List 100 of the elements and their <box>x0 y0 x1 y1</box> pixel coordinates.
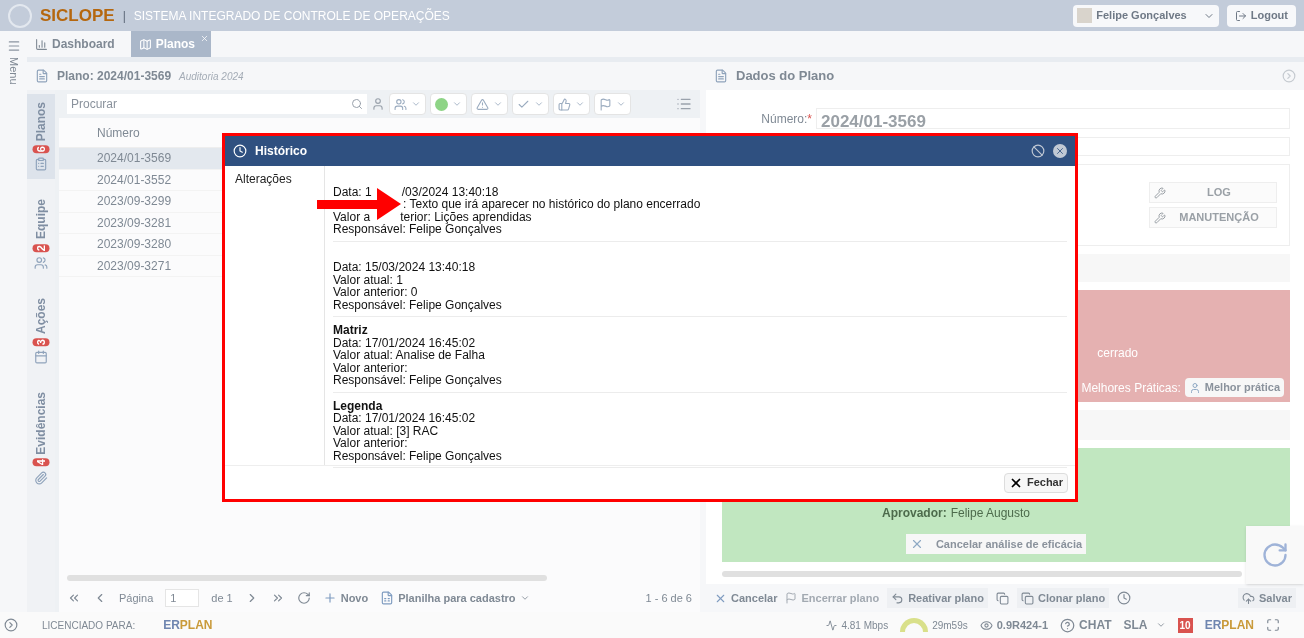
thumbs-up-icon <box>558 97 571 111</box>
refresh-icon[interactable] <box>296 591 311 605</box>
cancel-analysis-button[interactable]: Cancelar análise de eficácia <box>905 534 1087 554</box>
network-speed: 4.81 Mbps <box>826 617 889 633</box>
copy-icon[interactable] <box>995 591 1009 605</box>
history-text: Valor atual: Analise de Falha <box>333 349 485 362</box>
scrollbar[interactable] <box>67 575 547 581</box>
caret-icon <box>575 99 585 109</box>
menu-icon[interactable] <box>6 39 21 53</box>
flag-icon <box>599 97 612 111</box>
version: 0.9R424-1 <box>979 616 1049 634</box>
panel-subtitle: Auditoria 2024 <box>179 69 244 84</box>
cancel-button[interactable]: Cancelar <box>714 589 778 607</box>
count-badge: 4 <box>32 458 50 467</box>
caret-icon <box>493 99 503 109</box>
spreadsheet-icon <box>380 591 395 605</box>
new-button[interactable]: Novo <box>322 589 369 607</box>
clipboard-icon <box>34 157 48 172</box>
user-menu[interactable]: Felipe Gonçalves <box>1073 4 1219 27</box>
history-text: Responsável: Felipe Gonçalves <box>333 223 502 236</box>
approver-label: Aprovador: <box>881 505 947 522</box>
check-filter[interactable] <box>512 93 549 115</box>
save-button[interactable]: Salvar <box>1237 588 1296 608</box>
count-badge: 6 <box>32 145 50 154</box>
people-icon <box>34 255 48 270</box>
panel-title: Dados do Plano <box>736 67 835 86</box>
field-label: Número:* <box>760 110 812 128</box>
column-header[interactable]: Número <box>97 123 140 142</box>
person-icon[interactable] <box>371 97 385 111</box>
fullscreen-icon[interactable] <box>1266 618 1280 632</box>
caret-icon <box>616 99 626 109</box>
brand-logo: ERPLAN <box>163 617 213 634</box>
panel-title: Plano: 2024/01-3569 <box>57 68 172 85</box>
arrow-circle-icon[interactable] <box>1282 69 1296 83</box>
flag-filter[interactable] <box>594 93 631 115</box>
count-badge: 3 <box>32 337 50 346</box>
side-tab[interactable]: 2 Equipe <box>27 191 55 278</box>
paperclip-icon <box>34 470 48 485</box>
history-text: Valor a <box>333 210 371 223</box>
minimize-icon[interactable] <box>1031 144 1045 158</box>
copy-icon <box>1020 591 1034 605</box>
entry-heading: Legenda <box>333 399 384 412</box>
tab[interactable]: Planos <box>130 31 212 57</box>
option-button[interactable]: MANUTENÇÃO <box>1149 207 1277 228</box>
question-icon <box>1060 617 1076 633</box>
reactivate-button[interactable]: Reativar plano <box>887 588 988 608</box>
history-text: Valor atual: 1 <box>333 273 403 286</box>
side-tab-label: Planos <box>33 102 49 142</box>
close-button[interactable]: Fechar <box>1003 472 1068 493</box>
chat-button[interactable]: CHAT <box>1060 616 1112 634</box>
scrollbar[interactable] <box>722 571 1242 577</box>
history-text: Data: 1 <box>333 185 372 198</box>
history-text: /03/2024 13:40:18 <box>401 185 499 198</box>
wrench-icon <box>1154 186 1166 199</box>
thumbs-up-filter[interactable] <box>553 93 590 115</box>
document-icon <box>35 69 49 83</box>
title-separator: | <box>122 7 126 25</box>
warning-icon <box>476 97 489 111</box>
status-filter[interactable] <box>430 93 467 115</box>
history-text: : Texto que irá aparecer no histórico do plano encerrado <box>403 198 701 211</box>
document-icon <box>714 69 728 83</box>
arrow-circle-icon[interactable] <box>4 618 18 632</box>
page-field[interactable]: 1 <box>165 589 200 607</box>
history-text: Responsável: Felipe Gonçalves <box>333 449 502 462</box>
history-text: Responsável: Felipe Gonçalves <box>333 298 502 311</box>
section-label: Alterações <box>235 172 292 186</box>
caret-icon <box>452 99 462 109</box>
clock-icon[interactable] <box>1117 591 1132 605</box>
side-tab-label: Ações <box>33 297 49 334</box>
tab[interactable]: Dashboard <box>27 31 131 57</box>
logout-button[interactable]: Logout <box>1226 4 1296 27</box>
spreadsheet-button[interactable]: Planilha para cadastro <box>380 589 530 607</box>
flag-icon <box>785 592 798 604</box>
caret-icon <box>1155 620 1166 630</box>
history-text: Data: 17/01/2024 16:45:02 <box>333 412 476 425</box>
side-tab-label: Evidências <box>33 391 49 455</box>
option-button[interactable]: LOG <box>1149 182 1277 203</box>
recaptcha-icon <box>1261 541 1289 569</box>
people-icon <box>394 97 407 111</box>
plus-icon <box>322 591 337 605</box>
notification-badge[interactable]: 10 <box>1177 617 1193 633</box>
menu-label: Menu <box>6 57 21 85</box>
undo-icon <box>891 591 905 605</box>
side-tab[interactable]: 6 Planos <box>27 94 55 180</box>
close-plan-button[interactable]: Encerrar plano <box>785 589 880 607</box>
list-icon[interactable] <box>676 96 692 112</box>
logo-icon <box>8 3 32 28</box>
first-page-icon[interactable] <box>67 591 81 605</box>
side-tab[interactable]: 4 Evidências <box>27 383 55 493</box>
caret-icon <box>411 99 421 109</box>
clone-button[interactable]: Clonar plano <box>1016 588 1110 608</box>
warning-filter[interactable] <box>471 93 508 115</box>
side-tab[interactable]: 3 Ações <box>27 289 55 372</box>
best-practice-button[interactable]: Melhor prática <box>1184 378 1284 397</box>
close-icon[interactable] <box>1053 144 1067 158</box>
sla-button[interactable]: SLA <box>1123 616 1166 634</box>
search-field[interactable]: Procurar <box>67 94 367 114</box>
number-field[interactable]: 2024/01-3569 <box>816 108 1290 129</box>
team-filter[interactable] <box>389 93 426 115</box>
avatar <box>1077 8 1093 23</box>
